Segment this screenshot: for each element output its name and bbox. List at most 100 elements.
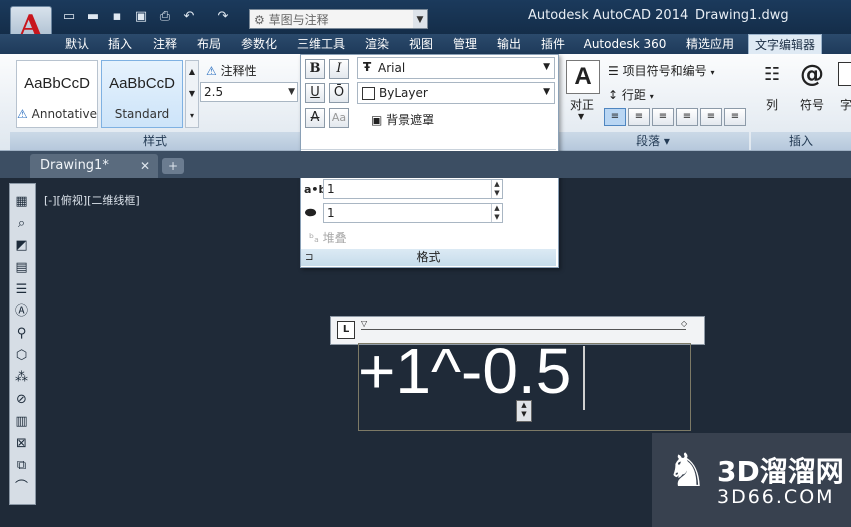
- mtext-content[interactable]: +1^-0.5: [358, 336, 571, 406]
- tab-type-icon[interactable]: L: [337, 321, 355, 339]
- tab-manage[interactable]: 管理: [446, 34, 484, 54]
- tab-insert[interactable]: 插入: [101, 34, 139, 54]
- bold-button[interactable]: B: [305, 59, 325, 79]
- font-combo[interactable]: Ŧ Arial ▼: [357, 57, 555, 79]
- truetype-icon: Ŧ: [363, 60, 372, 74]
- tab-default[interactable]: 默认: [58, 34, 96, 54]
- width-value: 1: [327, 206, 335, 220]
- columns-icon[interactable]: ☷: [764, 64, 780, 85]
- text-color-combo[interactable]: ByLayer ▼: [357, 82, 555, 104]
- stack-button[interactable]: ᵇₐ 堆叠: [309, 229, 347, 246]
- document-tab[interactable]: Drawing1* ✕: [30, 154, 158, 178]
- box-icon[interactable]: ⬡: [11, 346, 32, 366]
- paragraph-title-label: 段落: [636, 134, 661, 148]
- chevron-down-icon: ▼: [413, 10, 427, 28]
- line-spacing-icon: ↕: [608, 88, 619, 102]
- tab-output[interactable]: 输出: [490, 34, 528, 54]
- chevron-down-icon[interactable]: ▼: [578, 112, 584, 121]
- align-right-icon[interactable]: ≡: [676, 108, 698, 126]
- workspace-dropdown[interactable]: ⚙ 草图与注释 ▼: [249, 9, 428, 29]
- fillet-icon[interactable]: ⌒: [11, 478, 32, 498]
- tracking-value: 1: [327, 182, 335, 196]
- indent-marker-icon[interactable]: ▽: [361, 319, 367, 328]
- bullets-button[interactable]: ☰ 项目符号和编号 ▾: [608, 62, 714, 79]
- search-icon[interactable]: ⚲: [11, 324, 32, 344]
- overline-button[interactable]: Ō: [329, 83, 349, 103]
- zoom-icon[interactable]: ⌕: [11, 214, 32, 234]
- line-spacing-button[interactable]: ↕ 行距 ▾: [608, 86, 654, 103]
- tab-layout[interactable]: 布局: [190, 34, 228, 54]
- tab-autodesk-360[interactable]: Autodesk 360: [580, 34, 670, 54]
- tab-view[interactable]: 视图: [402, 34, 440, 54]
- table-icon[interactable]: ▦: [11, 192, 32, 212]
- annotative-toggle[interactable]: ⚠ 注释性: [206, 62, 257, 79]
- change-case-button[interactable]: Aa: [329, 108, 349, 128]
- background-mask-label: 背景遮罩: [386, 113, 435, 127]
- explode-icon[interactable]: ⁂: [11, 368, 32, 388]
- pin-icon[interactable]: ⊐: [305, 249, 313, 266]
- tracking-input[interactable]: 1 ▲ ▼: [323, 179, 503, 199]
- width-marker-icon[interactable]: ◇: [681, 319, 687, 328]
- spinner-icon[interactable]: ▲▼: [491, 204, 502, 222]
- style-name: Standard: [114, 107, 170, 121]
- save-icon[interactable]: ▪: [108, 9, 126, 25]
- grid-icon[interactable]: ▥: [11, 412, 32, 432]
- array-icon[interactable]: ⊠: [11, 434, 32, 454]
- tab-text-editor[interactable]: 文字编辑器: [748, 34, 822, 54]
- tab-render[interactable]: 渲染: [358, 34, 396, 54]
- group-icon[interactable]: ⧉: [11, 456, 32, 476]
- align-center-icon[interactable]: ≡: [652, 108, 674, 126]
- symbol-label: 符号: [800, 98, 825, 112]
- new-tab-button[interactable]: +: [162, 158, 184, 174]
- text-height-combo[interactable]: 2.5 ▼: [200, 82, 298, 102]
- annotative-icon: ⚠: [17, 107, 28, 121]
- justify-icon[interactable]: A: [566, 60, 600, 94]
- spinner-icon[interactable]: ▲▼: [491, 180, 502, 198]
- new-icon[interactable]: ▭: [60, 9, 78, 25]
- open-icon[interactable]: ▬: [84, 9, 102, 25]
- block-icon[interactable]: ▤: [11, 258, 32, 278]
- annotative-label: 注释性: [220, 64, 257, 78]
- alignment-buttons: ≡ ≡ ≡ ≡ ≡ ≡: [604, 108, 746, 126]
- style-card-annotative[interactable]: AaBbCcD ⚠ Annotative: [16, 60, 98, 128]
- save-as-icon[interactable]: ▣: [132, 9, 150, 25]
- distribute-icon[interactable]: ≡: [724, 108, 746, 126]
- app-title: Autodesk AutoCAD 2014: [528, 8, 689, 23]
- style-card-standard[interactable]: AaBbCcD Standard: [101, 60, 183, 128]
- tab-featured-apps[interactable]: 精选应用: [678, 34, 742, 54]
- format-panel-title: ⊐ 格式: [301, 249, 556, 266]
- align-left-icon[interactable]: ≡: [628, 108, 650, 126]
- layer-icon[interactable]: ◩: [11, 236, 32, 256]
- tab-parametric[interactable]: 参数化: [234, 34, 284, 54]
- stack-label: 堆叠: [322, 231, 347, 245]
- width-factor-input[interactable]: 1 ▲ ▼: [323, 203, 503, 223]
- paragraph-panel-title[interactable]: 段落 ▾: [557, 132, 749, 150]
- document-tab-label: Drawing1*: [40, 158, 109, 173]
- tab-annotate[interactable]: 注释: [146, 34, 184, 54]
- tab-plugins[interactable]: 插件: [534, 34, 572, 54]
- symbol-icon[interactable]: @: [800, 60, 824, 88]
- italic-button[interactable]: I: [329, 59, 349, 79]
- text-cursor: [583, 346, 585, 410]
- strikethrough-button[interactable]: A: [305, 108, 325, 128]
- close-icon[interactable]: ✕: [140, 154, 150, 178]
- underline-button[interactable]: U: [305, 83, 325, 103]
- purge-icon[interactable]: ⊘: [11, 390, 32, 410]
- justify-text-icon[interactable]: ≡: [700, 108, 722, 126]
- insert-panel-title: 插入: [751, 132, 851, 150]
- print-icon[interactable]: ⎙: [156, 9, 174, 25]
- align-default-icon[interactable]: ≡: [604, 108, 626, 126]
- justify-label: 对正: [570, 98, 595, 112]
- undo-icon[interactable]: ↶: [180, 9, 198, 25]
- background-mask-icon: ▣: [371, 113, 383, 127]
- background-mask-button[interactable]: ▣ 背景遮罩: [371, 111, 434, 128]
- list-icon: ☰: [608, 64, 619, 78]
- field-icon[interactable]: [838, 62, 851, 86]
- viewport-controls[interactable]: [-][俯视][二维线框]: [44, 192, 140, 208]
- list-icon[interactable]: ☰: [11, 280, 32, 300]
- style-gallery-scroll[interactable]: ▲ ▼ ▾: [185, 60, 199, 128]
- height-resize-icon[interactable]: ▲ ▼: [516, 400, 532, 422]
- redo-icon[interactable]: ↷: [214, 9, 232, 25]
- attribute-icon[interactable]: Ⓐ: [11, 302, 32, 322]
- tab-3d-tools[interactable]: 三维工具: [290, 34, 352, 54]
